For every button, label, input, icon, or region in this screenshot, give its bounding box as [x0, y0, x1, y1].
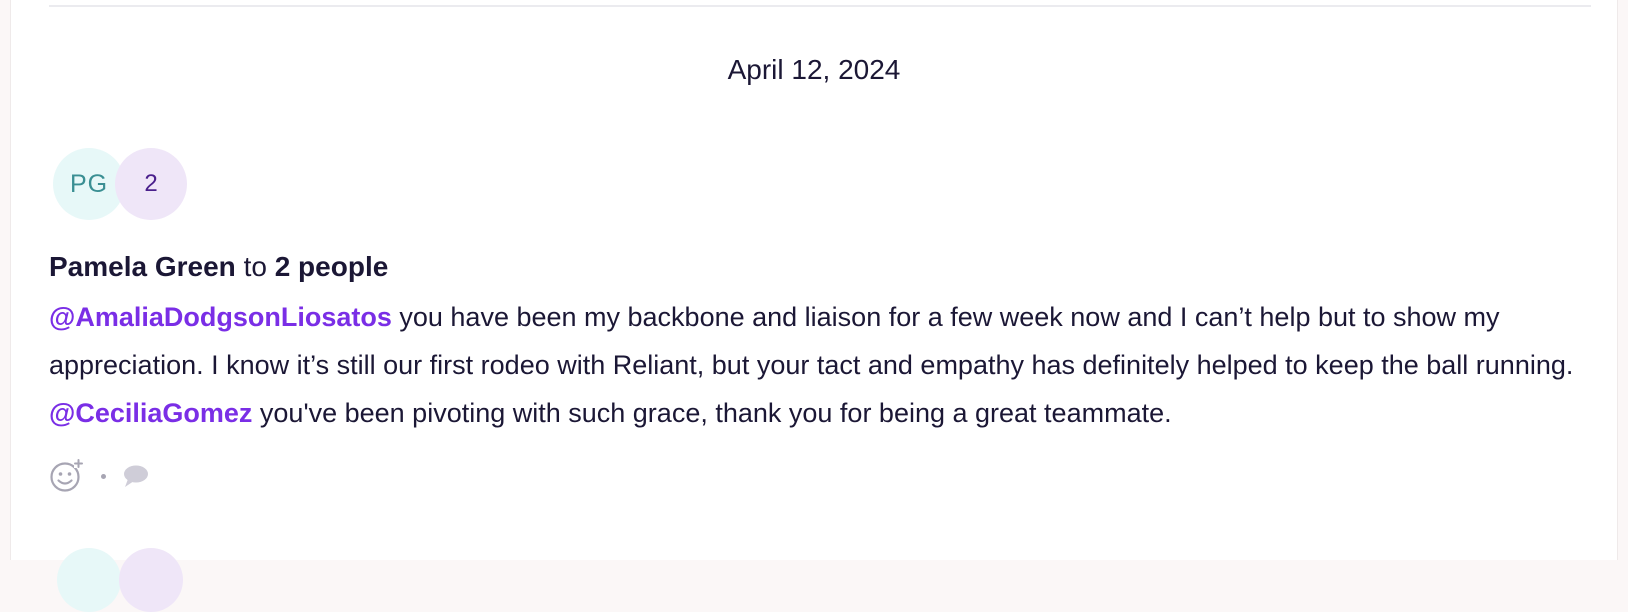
recognition-feed: April 12, 2024 PG 2 Pamela Green to 2 pe…	[10, 0, 1618, 612]
mention-cecilia[interactable]: @CeciliaGomez	[49, 398, 252, 428]
recipients-count-avatar[interactable]: 2	[115, 148, 187, 220]
comment-button[interactable]	[122, 463, 150, 489]
next-post-sender-avatar[interactable]	[57, 548, 121, 612]
divider	[49, 5, 1591, 7]
recipients-link[interactable]: 2 people	[275, 251, 389, 282]
post-headline: Pamela Green to 2 people	[49, 247, 388, 287]
sender-initials: PG	[69, 169, 109, 198]
add-reaction-button[interactable]	[49, 458, 85, 494]
post-message: @AmaliaDodgsonLiosatos you have been my …	[49, 293, 1609, 437]
recipients-count: 2	[144, 170, 158, 197]
separator-dot	[101, 473, 106, 479]
sender-name[interactable]: Pamela Green	[49, 251, 236, 282]
post-actions	[49, 456, 150, 496]
next-post-count-avatar[interactable]	[119, 548, 183, 612]
smiley-plus-icon	[50, 459, 83, 492]
mention-amalia[interactable]: @AmaliaDodgsonLiosatos	[49, 302, 392, 332]
message-text-2: you've been pivoting with such grace, th…	[252, 398, 1172, 428]
comment-bubble-icon	[124, 465, 148, 487]
date-heading: April 12, 2024	[727, 54, 901, 85]
connector-text: to	[243, 251, 267, 282]
